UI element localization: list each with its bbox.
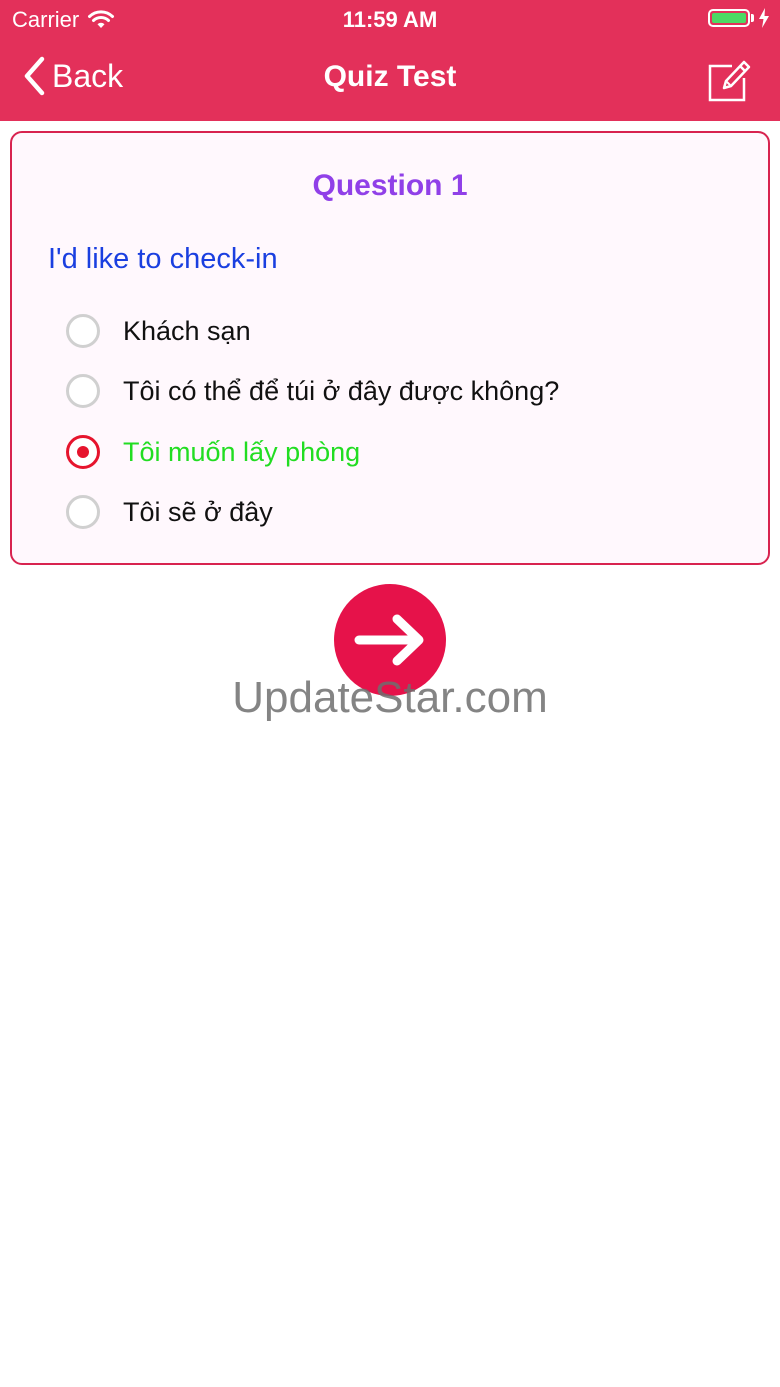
answer-label: Tôi sẽ ở đây bbox=[123, 496, 273, 527]
answer-label-correct: Tôi muốn lấy phòng bbox=[123, 436, 361, 467]
answer-label: Tôi có thể để túi ở đây được không? bbox=[123, 375, 560, 406]
radio-button[interactable] bbox=[66, 314, 100, 348]
battery-cap bbox=[751, 14, 754, 22]
question-text: I'd like to check-in bbox=[48, 243, 278, 275]
battery-fill bbox=[712, 13, 746, 23]
charging-icon bbox=[759, 8, 769, 28]
top-bar: Carrier 11:59 AM Back Quiz Test bbox=[0, 0, 780, 121]
question-title: Question 1 bbox=[312, 169, 468, 202]
answer-option[interactable]: Khách sạn bbox=[66, 311, 251, 351]
answer-option[interactable]: Tôi sẽ ở đây bbox=[66, 492, 273, 532]
radio-button-selected[interactable] bbox=[66, 435, 100, 469]
radio-button[interactable] bbox=[66, 374, 100, 408]
status-battery bbox=[708, 8, 770, 28]
answer-label: Khách sạn bbox=[123, 315, 251, 346]
answer-option[interactable]: Tôi muốn lấy phòng bbox=[66, 432, 360, 472]
answer-option[interactable]: Tôi có thể để túi ở đây được không? bbox=[66, 371, 559, 411]
watermark: UpdateStar.com bbox=[232, 673, 548, 722]
radio-button[interactable] bbox=[66, 495, 100, 529]
status-time: 11:59 AM bbox=[342, 7, 438, 32]
page-title: Quiz Test bbox=[323, 60, 457, 93]
edit-button[interactable] bbox=[704, 56, 752, 104]
battery-icon bbox=[708, 9, 750, 27]
question-card: Question 1 I'd like to check-in Khách sạ… bbox=[10, 131, 770, 565]
edit-icon bbox=[708, 60, 751, 102]
